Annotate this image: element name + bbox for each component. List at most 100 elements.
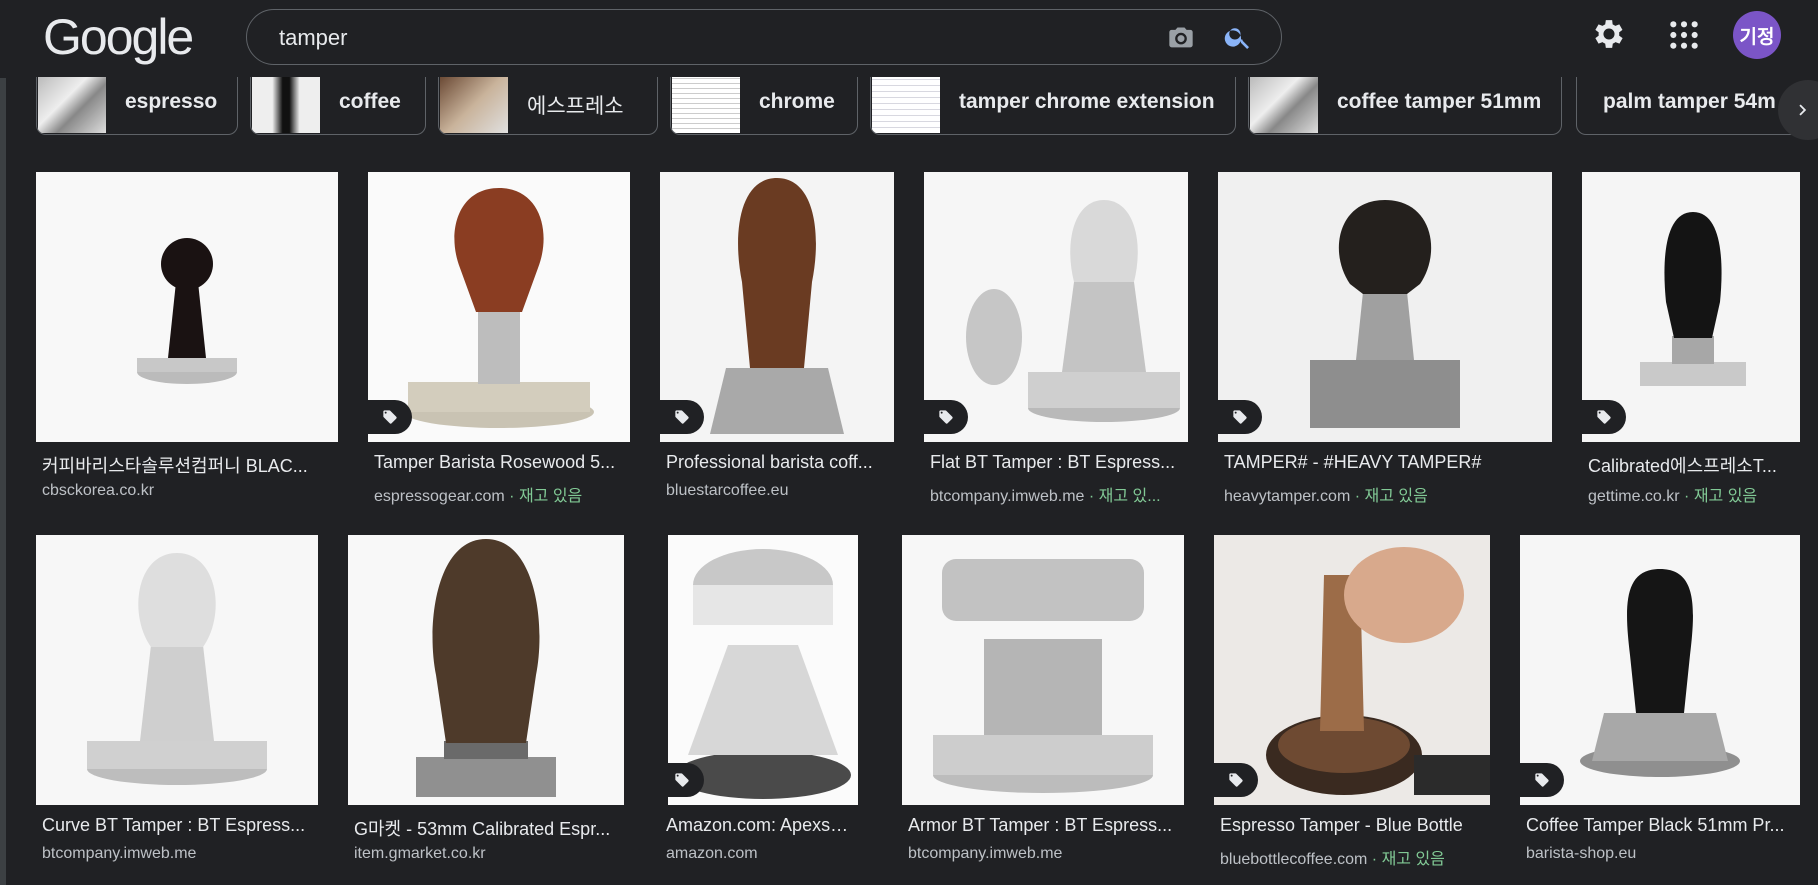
result-card[interactable]: Espresso Tamper - Blue Bottle bluebottle… — [1214, 535, 1490, 875]
result-title[interactable]: Espresso Tamper - Blue Bottle — [1220, 815, 1484, 836]
result-card[interactable]: Curve BT Tamper : BT Espress... btcompan… — [36, 535, 318, 875]
result-card[interactable]: Flat BT Tamper : BT Espress... btcompany… — [924, 172, 1188, 512]
result-source: item.gmarket.co.kr — [354, 845, 624, 863]
related-chips: espresso coffee 에스프레소 chrome tamper chro… — [0, 77, 1818, 137]
chip-thumbnail — [38, 77, 106, 133]
result-image[interactable] — [36, 535, 318, 805]
stock-badge: · 재고 있음 — [1350, 488, 1428, 505]
stock-badge: · 재고 있음 — [1679, 488, 1758, 505]
chip-tamper-chrome-extension[interactable]: tamper chrome extension — [870, 77, 1236, 135]
chevron-right-icon — [1799, 104, 1807, 116]
result-image[interactable] — [660, 172, 894, 442]
result-card[interactable]: Amazon.com: Apexsto... amazon.com — [660, 535, 858, 875]
shopping-tag — [660, 763, 704, 797]
price-tag-icon — [1597, 410, 1611, 424]
result-image[interactable] — [668, 535, 858, 805]
price-tag-icon — [1535, 773, 1549, 787]
result-image[interactable] — [924, 172, 1188, 442]
result-source: heavytamper.com · 재고 있음 — [1224, 482, 1552, 506]
search-input[interactable] — [277, 20, 1141, 56]
stock-badge: · 재고 있음 — [1367, 851, 1445, 868]
google-logo[interactable]: Google — [43, 8, 194, 66]
result-title[interactable]: Curve BT Tamper : BT Espress... — [42, 815, 312, 836]
result-card[interactable]: 커피바리스타솔루션컴퍼니 BLAC... cbsckorea.co.kr — [36, 172, 338, 512]
chip-label: coffee — [339, 90, 401, 113]
source-domain: btcompany.imweb.me — [908, 845, 1063, 862]
shopping-tag — [924, 400, 968, 434]
tamper-image — [87, 553, 267, 785]
result-card[interactable]: TAMPER# - #HEAVY TAMPER# heavytamper.com… — [1218, 172, 1552, 512]
price-tag-icon — [675, 773, 689, 787]
source-domain: btcompany.imweb.me — [930, 488, 1085, 505]
source-domain: heavytamper.com — [1224, 488, 1351, 505]
result-source: btcompany.imweb.me · 재고 있... — [930, 482, 1188, 506]
camera-icon[interactable] — [1167, 24, 1195, 52]
price-tag-icon — [939, 410, 953, 424]
price-tag-icon — [383, 410, 397, 424]
source-domain: espressogear.com — [374, 488, 505, 505]
tamper-image — [966, 200, 1180, 422]
result-image[interactable] — [368, 172, 630, 442]
chip-thumbnail — [1250, 77, 1318, 133]
price-tag-icon — [1229, 773, 1243, 787]
shopping-tag — [660, 400, 704, 434]
result-title[interactable]: 커피바리스타솔루션컴퍼니 BLAC... — [42, 452, 332, 478]
chip-espresso[interactable]: espresso — [36, 77, 238, 135]
gear-icon[interactable] — [1590, 15, 1628, 53]
chip-thumbnail — [872, 77, 940, 133]
source-domain: amazon.com — [666, 845, 758, 862]
shopping-tag — [1520, 763, 1564, 797]
result-title[interactable]: Calibrated에스프레소T... — [1588, 452, 1794, 478]
result-card[interactable]: Tamper Barista Rosewood 5... espressogea… — [368, 172, 630, 512]
result-card[interactable]: G마켓 - 53mm Calibrated Espr... item.gmark… — [348, 535, 624, 875]
chip-chrome[interactable]: chrome — [670, 77, 858, 135]
result-source: gettime.co.kr · 재고 있음 — [1588, 482, 1800, 506]
source-domain: cbsckorea.co.kr — [42, 482, 155, 499]
result-title[interactable]: Coffee Tamper Black 51mm Pr... — [1526, 815, 1794, 836]
search-icon[interactable] — [1223, 22, 1253, 52]
tamper-image — [404, 188, 594, 428]
result-title[interactable]: Flat BT Tamper : BT Espress... — [930, 452, 1182, 473]
apps-icon[interactable] — [1668, 19, 1700, 51]
avatar[interactable]: 기정 — [1733, 11, 1781, 59]
shopping-tag — [1218, 400, 1262, 434]
result-source: amazon.com — [666, 845, 856, 863]
chip-label: palm tamper 54m — [1603, 90, 1776, 113]
chip-label: 에스프레소 — [527, 95, 624, 118]
chip-coffee-tamper-51mm[interactable]: coffee tamper 51mm — [1248, 77, 1562, 135]
result-image[interactable] — [1582, 172, 1800, 442]
chip-coffee[interactable]: coffee — [250, 77, 426, 135]
result-title[interactable]: Armor BT Tamper : BT Espress... — [908, 815, 1178, 836]
result-image[interactable] — [1218, 172, 1552, 442]
tamper-image — [675, 549, 851, 799]
result-image[interactable] — [1520, 535, 1800, 805]
tamper-image — [1310, 200, 1460, 428]
result-card[interactable]: Professional barista coff... bluestarcof… — [660, 172, 894, 512]
result-title[interactable]: Professional barista coff... — [666, 452, 888, 473]
result-image[interactable] — [902, 535, 1184, 805]
stock-badge: · 재고 있... — [1084, 488, 1161, 505]
header: Google 기정 — [0, 0, 1818, 78]
result-title[interactable]: G마켓 - 53mm Calibrated Espr... — [354, 815, 618, 841]
result-title[interactable]: Tamper Barista Rosewood 5... — [374, 452, 624, 473]
source-domain: gettime.co.kr — [1588, 488, 1680, 505]
result-card[interactable]: Coffee Tamper Black 51mm Pr... barista-s… — [1520, 535, 1800, 875]
chip-label: tamper chrome extension — [959, 90, 1215, 113]
result-source: cbsckorea.co.kr — [42, 482, 332, 500]
result-image[interactable] — [36, 172, 338, 442]
result-title[interactable]: Amazon.com: Apexsto... — [666, 815, 852, 836]
source-domain: bluestarcoffee.eu — [666, 482, 789, 499]
tamper-image — [416, 539, 556, 797]
price-tag-icon — [1233, 410, 1247, 424]
result-card[interactable]: Calibrated에스프레소T... gettime.co.kr · 재고 있… — [1582, 172, 1800, 512]
chip-label: espresso — [125, 90, 218, 113]
result-title[interactable]: TAMPER# - #HEAVY TAMPER# — [1224, 452, 1546, 473]
result-image[interactable] — [1214, 535, 1490, 805]
result-image[interactable] — [348, 535, 624, 805]
chip-thumbnail — [440, 77, 508, 133]
price-tag-icon — [675, 410, 689, 424]
result-card[interactable]: Armor BT Tamper : BT Espress... btcompan… — [902, 535, 1184, 875]
result-source: btcompany.imweb.me — [908, 845, 1184, 863]
result-source: bluestarcoffee.eu — [666, 482, 892, 500]
chip-espresso-korean[interactable]: 에스프레소 — [438, 77, 658, 135]
